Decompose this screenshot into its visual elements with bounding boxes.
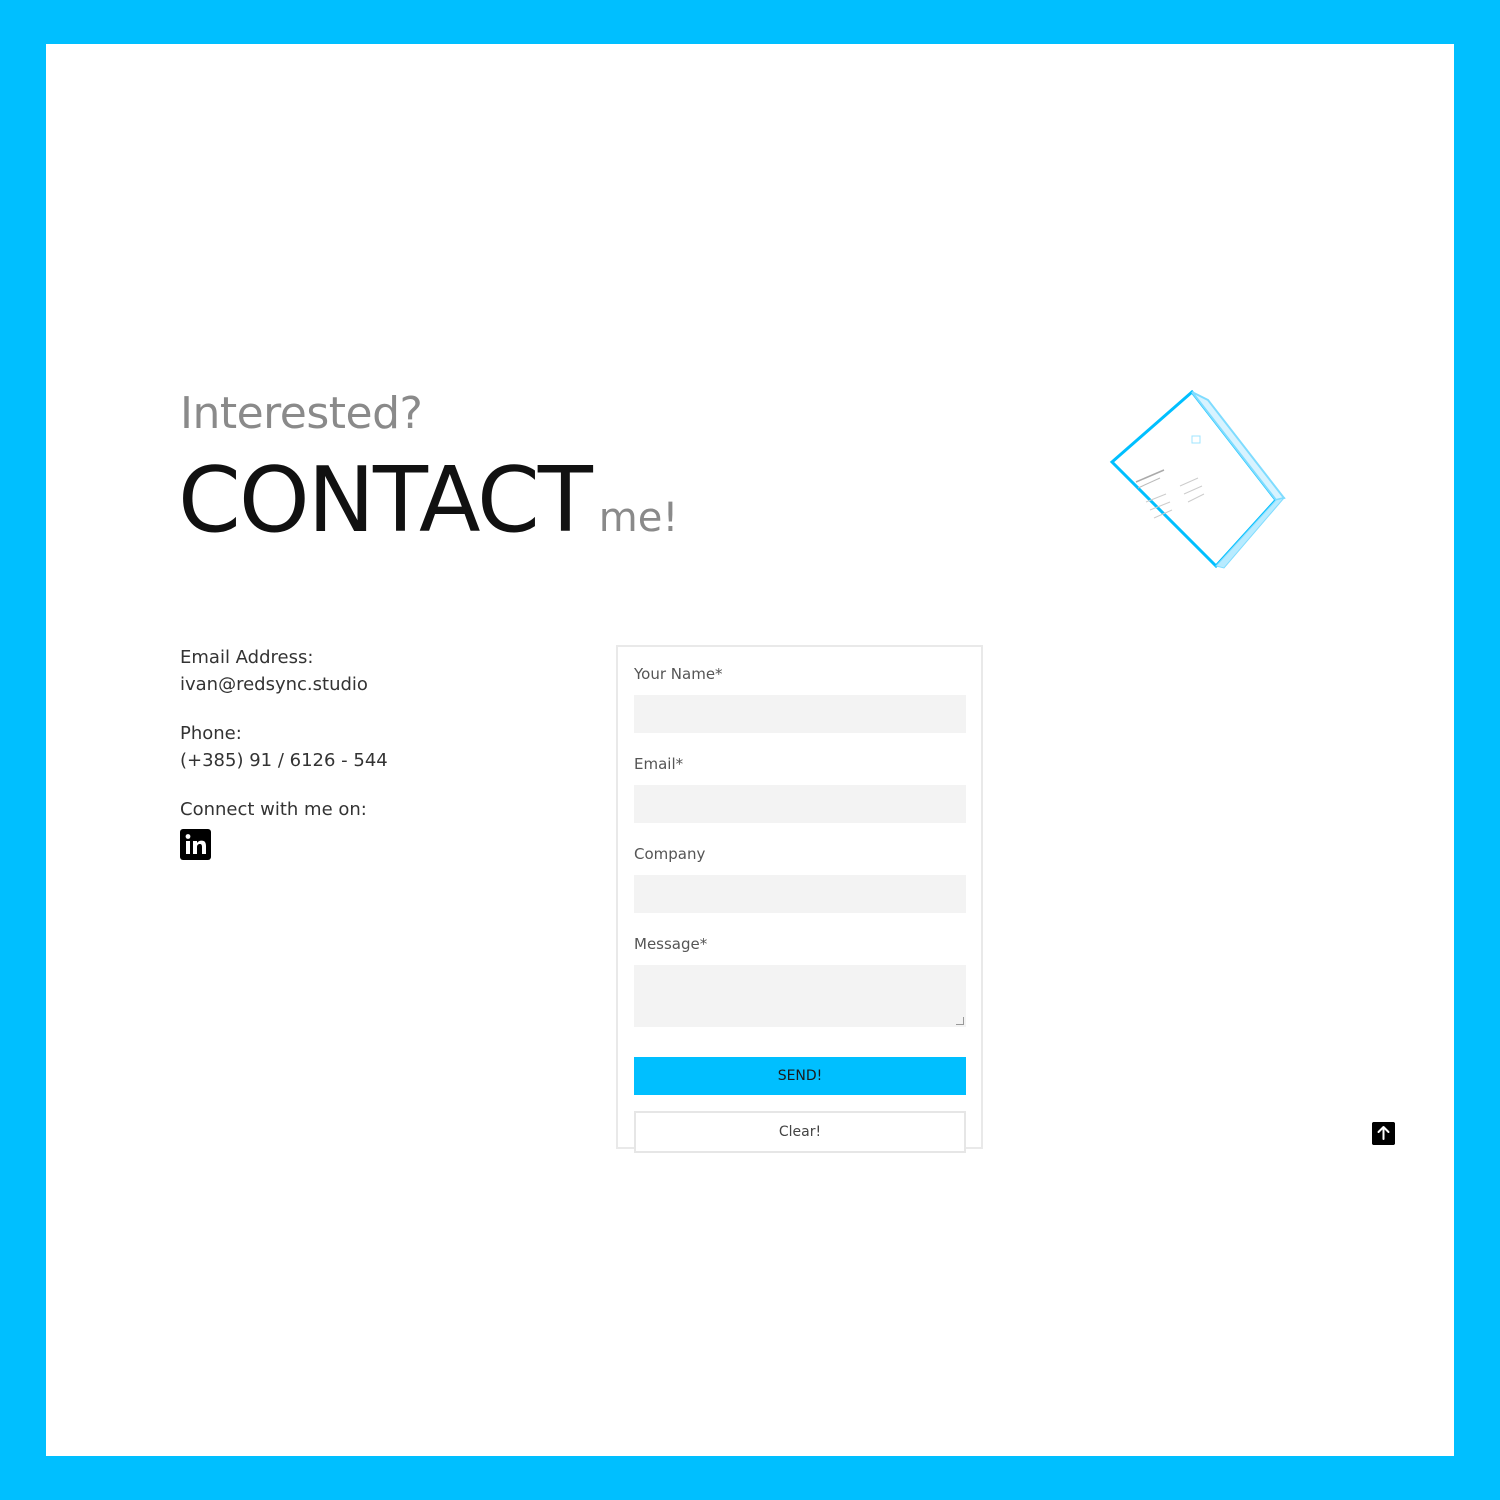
cube-graphic-icon bbox=[1109, 390, 1286, 569]
company-input[interactable] bbox=[634, 875, 966, 913]
heading-contact-main: CONTACT bbox=[178, 448, 593, 553]
phone-label: Phone: bbox=[180, 723, 242, 744]
name-label: Your Name* bbox=[634, 665, 723, 683]
heading-contact-suffix: me! bbox=[598, 495, 679, 541]
connect-label: Connect with me on: bbox=[180, 799, 367, 820]
company-label: Company bbox=[634, 845, 706, 863]
clear-button[interactable]: Clear! bbox=[634, 1111, 966, 1153]
arrow-up-icon[interactable] bbox=[1372, 1122, 1395, 1145]
resize-grip-icon[interactable] bbox=[956, 1017, 964, 1025]
phone-value[interactable]: (+385) 91 / 6126 - 544 bbox=[180, 747, 540, 774]
send-button[interactable]: SEND! bbox=[634, 1057, 966, 1095]
name-input[interactable] bbox=[634, 695, 966, 733]
email-input[interactable] bbox=[634, 785, 966, 823]
linkedin-icon[interactable] bbox=[180, 829, 211, 860]
heading-contact: CONTACT me! bbox=[178, 456, 678, 546]
contact-form: Your Name* Email* Company Message* SEND!… bbox=[616, 645, 983, 1153]
contact-info: Email Address: ivan@redsync.studio Phone… bbox=[180, 644, 540, 890]
message-label: Message* bbox=[634, 935, 708, 953]
email-address-value[interactable]: ivan@redsync.studio bbox=[180, 671, 540, 698]
heading-interested: Interested? bbox=[180, 388, 423, 439]
email-label: Email* bbox=[634, 755, 684, 773]
message-textarea[interactable] bbox=[634, 965, 966, 1027]
email-address-label: Email Address: bbox=[180, 647, 314, 668]
page-frame: Interested? CONTACT me! Email Address: iv… bbox=[46, 44, 1454, 1456]
